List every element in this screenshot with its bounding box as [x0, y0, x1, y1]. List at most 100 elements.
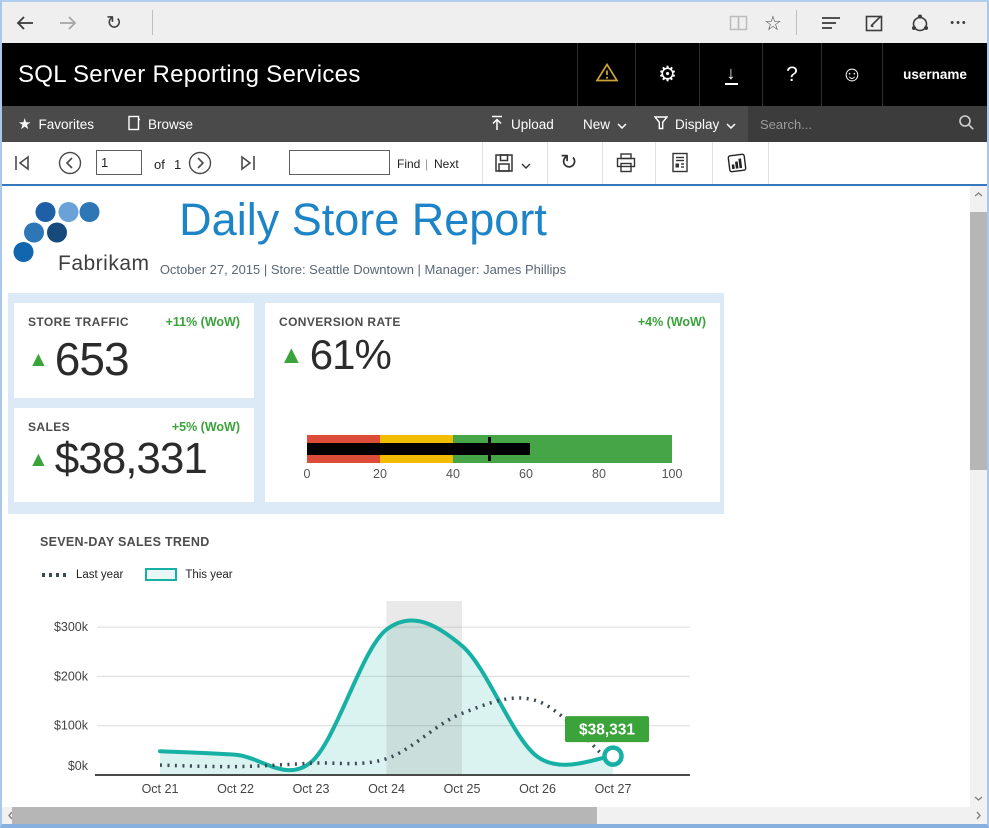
feedback-button[interactable]: ☺: [821, 43, 882, 106]
endpoint-marker: [605, 748, 622, 765]
help-button[interactable]: ?: [762, 43, 821, 106]
favorites-tab[interactable]: ★ Favorites: [18, 106, 94, 142]
horizontal-scroll-thumb[interactable]: [12, 807, 597, 824]
chevron-down-icon: [521, 157, 531, 172]
last-page-button[interactable]: [238, 154, 258, 175]
horizontal-scrollbar[interactable]: [2, 807, 987, 824]
toolbar-divider: [602, 142, 603, 184]
legend-label: Last year: [76, 569, 123, 581]
warning-icon: [595, 62, 619, 88]
smiley-icon: ☺: [841, 64, 862, 85]
up-triangle-icon: ▲: [279, 343, 304, 368]
trend-chart: $0k$100k$200k$300kOct 21Oct 22Oct 23Oct …: [2, 594, 724, 816]
web-note-icon[interactable]: [864, 12, 886, 34]
kpi-delta: +11% (WoW): [166, 315, 240, 329]
display-menu-button[interactable]: Display: [654, 106, 736, 142]
download-icon: ↓: [725, 64, 738, 85]
data-callout-text: $38,331: [579, 722, 635, 739]
x-tick-label: Oct 22: [217, 782, 254, 796]
open-in-powerbi-button[interactable]: [725, 151, 749, 178]
kpi-tile-conversion-rate: CONVERSION RATE +4% (WoW) ▲ 61% 02040608…: [265, 303, 720, 502]
help-icon: ?: [786, 63, 798, 87]
find-link[interactable]: Find: [397, 157, 420, 171]
report-title: Daily Store Report: [2, 194, 724, 246]
share-icon[interactable]: [909, 12, 931, 34]
kpi-label: STORE TRAFFIC: [28, 315, 129, 329]
kpi-value: 653: [55, 335, 129, 383]
search-box: [748, 106, 987, 142]
find-next-separator: |: [425, 157, 428, 171]
report-document-icon: [670, 161, 690, 176]
save-icon: [494, 153, 514, 176]
x-tick-label: Oct 24: [368, 782, 405, 796]
y-tick-label: $0k: [68, 759, 89, 773]
legend-swatch-this-year: [145, 568, 177, 581]
forward-icon[interactable]: [57, 12, 79, 34]
find-input[interactable]: [289, 150, 390, 175]
report-canvas: Fabrikam Daily Store Report October 27, …: [2, 186, 987, 824]
refresh-report-button[interactable]: ↻: [560, 150, 578, 175]
scroll-right-arrow[interactable]: [970, 807, 987, 824]
data-callout: [565, 716, 649, 742]
kpi-tile-store-traffic: STORE TRAFFIC +11% (WoW) ▲ 653: [14, 303, 254, 398]
toolbar-divider: [152, 10, 153, 35]
kpi-panel: STORE TRAFFIC +11% (WoW) ▲ 653 SALES +5%…: [8, 293, 724, 514]
browser-toolbar: ↻ ☆ •••: [2, 2, 987, 43]
hub-icon[interactable]: [820, 12, 842, 34]
kpi-value: $38,331: [55, 436, 207, 482]
more-icon[interactable]: •••: [948, 12, 970, 34]
kpi-value: 61%: [310, 333, 391, 377]
y-tick-label: $300k: [54, 620, 89, 634]
reading-view-icon[interactable]: [728, 12, 750, 34]
save-export-button[interactable]: [494, 153, 531, 176]
this-year-area: [160, 620, 613, 775]
bullet-tick-label: 40: [446, 467, 460, 481]
display-label: Display: [675, 117, 719, 132]
kpi-label: CONVERSION RATE: [279, 315, 401, 329]
browse-tab[interactable]: Browse: [128, 106, 193, 142]
warnings-button[interactable]: [577, 43, 635, 106]
legend-swatch-last-year: [42, 573, 68, 577]
scroll-up-arrow[interactable]: [970, 186, 987, 203]
back-icon[interactable]: [14, 12, 36, 34]
previous-page-button[interactable]: [58, 151, 82, 178]
printer-icon: [615, 162, 637, 177]
user-menu[interactable]: username: [882, 43, 987, 106]
search-input[interactable]: [748, 116, 958, 133]
search-icon[interactable]: [958, 114, 975, 134]
scroll-down-arrow[interactable]: [970, 790, 987, 807]
toolbar-divider: [655, 142, 656, 184]
bullet-value-bar: [307, 443, 530, 455]
toolbar-divider: [796, 10, 797, 35]
settings-button[interactable]: ⚙: [635, 43, 699, 106]
app-header: SQL Server Reporting Services ⚙ ↓ ? ☺ us…: [2, 43, 987, 106]
report-meta: October 27, 2015 | Store: Seattle Downto…: [2, 262, 724, 277]
export-report-button[interactable]: [670, 152, 690, 176]
new-menu-button[interactable]: New: [583, 106, 627, 142]
vertical-scroll-thumb[interactable]: [970, 212, 987, 470]
upload-button[interactable]: Upload: [490, 106, 554, 142]
next-page-button[interactable]: [188, 151, 212, 178]
first-page-button[interactable]: [12, 154, 32, 175]
refresh-icon[interactable]: ↻: [103, 12, 125, 34]
app-title: SQL Server Reporting Services: [2, 43, 577, 106]
print-button[interactable]: [615, 152, 637, 177]
new-label: New: [583, 117, 610, 132]
this-year-line: [160, 620, 613, 770]
kpi-tile-sales: SALES +5% (WoW) ▲ $38,331: [14, 408, 254, 502]
y-tick-label: $100k: [54, 719, 89, 733]
vertical-scrollbar[interactable]: [970, 186, 987, 807]
browse-icon: [128, 115, 141, 134]
page-number-input[interactable]: [96, 150, 142, 175]
x-tick-label: Oct 27: [595, 782, 632, 796]
next-link[interactable]: Next: [434, 157, 459, 171]
highlight-band: [387, 601, 463, 775]
browse-label: Browse: [148, 117, 193, 132]
download-button[interactable]: ↓: [699, 43, 762, 106]
add-favorite-star-icon[interactable]: ☆: [762, 12, 784, 34]
x-tick-label: Oct 21: [142, 782, 179, 796]
upload-icon: [490, 115, 504, 134]
bullet-chart: [307, 435, 672, 463]
browser-window: ↻ ☆ ••• SQL Server Reporting Services ⚙ …: [0, 0, 989, 828]
y-tick-label: $200k: [54, 669, 89, 683]
